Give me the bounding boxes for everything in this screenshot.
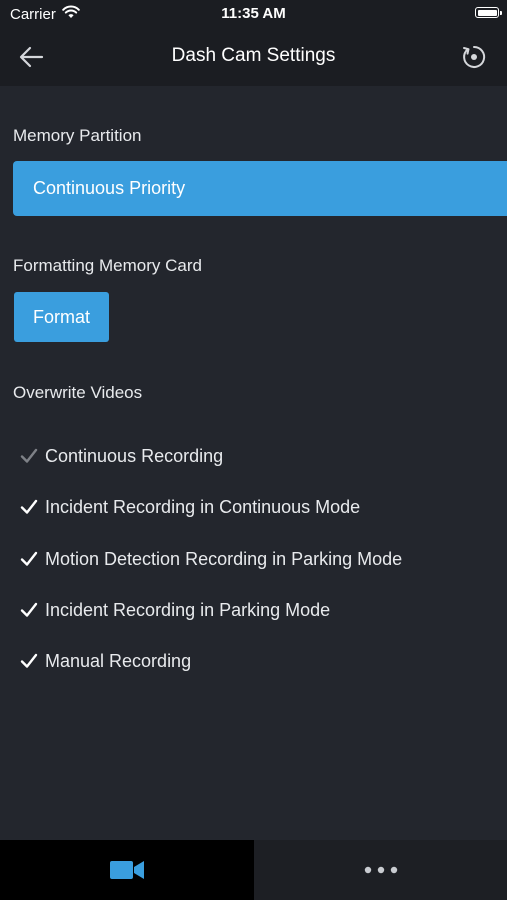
checkbox-motion-parking[interactable]: Motion Detection Recording in Parking Mo… — [18, 545, 402, 573]
tab-bar — [0, 840, 507, 900]
checkbox-label: Motion Detection Recording in Parking Mo… — [45, 548, 403, 569]
status-time: 11:35 AM — [221, 5, 286, 22]
format-button[interactable]: Format — [14, 292, 109, 342]
formatting-label: Formatting Memory Card — [13, 256, 202, 275]
tab-more[interactable] — [254, 840, 507, 900]
battery-icon — [475, 7, 502, 18]
checkbox-label: Continuous Recording — [45, 445, 224, 466]
battery-level — [477, 9, 497, 16]
reset-icon — [463, 45, 486, 68]
page-title: Dash Cam Settings — [171, 45, 336, 66]
nav-bar: Dash Cam Settings — [0, 28, 507, 86]
checkbox-incident-continuous[interactable]: Incident Recording in Continuous Mode — [18, 493, 360, 521]
tab-dash-cam[interactable] — [0, 840, 254, 900]
status-bar: Carrier 11:35 AM — [0, 0, 507, 28]
reset-button[interactable] — [459, 42, 489, 72]
video-camera-icon — [110, 861, 144, 879]
checkbox-continuous-recording[interactable]: Continuous Recording — [18, 442, 223, 470]
checkmark-icon — [18, 445, 40, 467]
checkmark-icon — [18, 650, 40, 672]
checkmark-icon — [18, 599, 40, 621]
checkbox-label: Incident Recording in Continuous Mode — [45, 496, 361, 517]
more-dots-icon — [364, 866, 397, 874]
checkmark-icon — [18, 548, 40, 570]
checkbox-incident-parking[interactable]: Incident Recording in Parking Mode — [18, 596, 330, 624]
overwrite-videos-label: Overwrite Videos — [13, 383, 143, 402]
checkbox-label: Incident Recording in Parking Mode — [45, 599, 331, 620]
checkbox-label: Manual Recording — [45, 650, 192, 671]
memory-partition-label: Memory Partition — [13, 126, 142, 145]
checkmark-icon — [18, 496, 40, 518]
settings-screen: Carrier 11:35 AM Dash Cam Settings Memor… — [0, 0, 507, 900]
memory-partition-select[interactable]: Continuous Priority — [13, 161, 507, 216]
checkbox-manual-recording[interactable]: Manual Recording — [18, 647, 191, 675]
